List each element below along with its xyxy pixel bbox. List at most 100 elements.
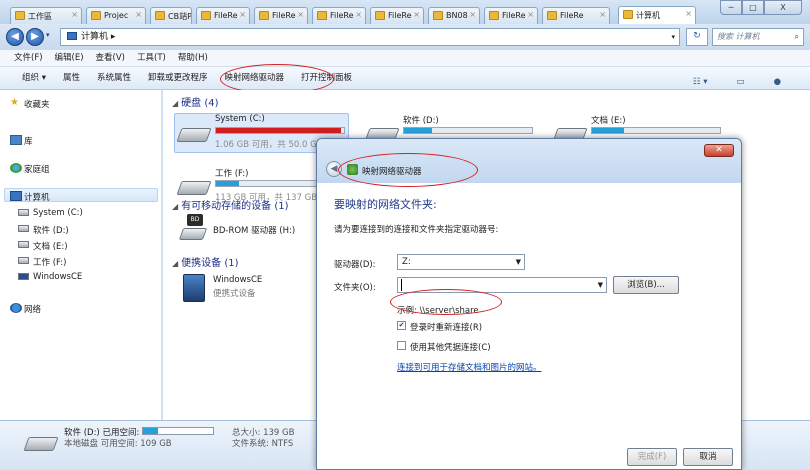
dialog-close-button[interactable]: ✕ [704,144,734,157]
nav-homegroup[interactable]: 家庭组 [24,163,50,175]
portable-name[interactable]: WindowsCE [213,275,262,285]
finish-button[interactable]: 完成(F) [627,448,677,466]
drive-free-space: 1.06 GB 可用，共 50.0 GB [215,140,323,150]
map-network-drive-button[interactable]: 映射网络驱动器 [225,67,285,89]
tab-1[interactable]: 工作區 × [10,7,82,24]
other-credentials-label[interactable]: 使用其他凭据连接(C) [410,341,491,353]
computer-icon [10,191,22,201]
reconnect-label[interactable]: 登录时重新连接(R) [410,321,482,333]
bd-rom-label[interactable]: BD-ROM 驱动器 (H:) [213,224,295,236]
history-dropdown-icon[interactable]: ▾ [46,31,50,39]
open-control-panel-button[interactable]: 打开控制面板 [301,67,352,89]
tab-close-icon[interactable]: × [181,10,188,19]
nav-computer[interactable]: 计算机 [24,191,50,203]
hard-drive-icon [176,181,212,195]
nav-network[interactable]: 网络 [24,303,41,315]
other-credentials-checkbox[interactable] [397,341,406,350]
drive-f-icon [18,257,29,264]
folder-icon [623,10,633,19]
tab-close-icon[interactable]: × [239,10,246,19]
drive-usage-bar [403,127,533,134]
menu-help[interactable]: 帮助(H) [178,50,208,66]
properties-button[interactable]: 属性 [63,67,80,89]
drive-dropdown-icon[interactable]: ▼ [516,256,521,268]
uninstall-button[interactable]: 卸载或更改程序 [148,67,208,89]
address-path: 计算机 ▸ [81,32,116,42]
map-network-drive-dialog: ✕ ◀ 映射网络驱动器 要映射的网络文件夹: 请为要连接到的连接和文件夹指定驱动… [316,138,742,470]
tab-2[interactable]: Projec × [86,7,146,24]
hard-drive-icon [176,128,212,142]
organize-button[interactable]: 组织 ▾ [22,67,46,89]
browse-button[interactable]: 浏览(B)... [613,276,679,294]
address-input[interactable]: 计算机 ▸ ▾ [60,28,680,46]
address-dropdown-icon[interactable]: ▾ [671,31,675,44]
dialog-title: 映射网络驱动器 [362,167,422,177]
status-drive-type: 本地磁盘 可用空间: 109 GB [64,439,172,449]
cancel-button[interactable]: 取消 [683,448,733,466]
tab-close-icon[interactable]: × [355,10,362,19]
menu-tools[interactable]: 工具(T) [137,50,166,66]
tab-close-icon[interactable]: × [685,9,692,18]
tab-3[interactable]: CB站P × [150,7,192,24]
tab-8[interactable]: BN08 × [428,7,480,24]
tab-11[interactable]: 计算机 × [618,6,696,24]
tab-close-icon[interactable]: × [413,10,420,19]
tab-7[interactable]: FileRe × [370,7,424,24]
group-hdd[interactable]: ◢ 硬盘 (4) [172,94,219,109]
nav-computer-item[interactable]: 软件 (D:) [33,224,69,236]
menu-edit[interactable]: 编辑(E) [55,50,84,66]
connect-website-link[interactable]: 连接到可用于存储文档和图片的网站。 [397,361,542,373]
tab-close-icon[interactable]: × [527,10,534,19]
nav-computer-item[interactable]: 工作 (F:) [33,256,66,268]
nav-computer-item[interactable]: System (C:) [33,208,83,218]
homegroup-icon [10,163,22,173]
tab-9[interactable]: FileRe × [484,7,538,24]
folder-dropdown-icon[interactable]: ▼ [598,279,603,291]
dialog-description: 请为要连接到的连接和文件夹指定驱动器号: [334,225,499,235]
tab-close-icon[interactable]: × [599,10,606,19]
tab-6[interactable]: FileRe × [312,7,366,24]
tab-4[interactable]: FileRe × [196,7,250,24]
drive-name: 工作 (F:) [215,169,249,179]
tab-close-icon[interactable]: × [297,10,304,19]
folder-label: 文件夹(O): [334,283,376,293]
close-button[interactable]: X [764,0,802,15]
refresh-button[interactable]: ↻ [686,28,708,46]
minimize-button[interactable]: ─ [720,0,742,15]
folder-input[interactable]: ▼ [397,277,607,293]
forward-arrow-icon[interactable]: ▶ [26,28,44,46]
drive-e-icon [18,241,29,248]
menu-view[interactable]: 查看(V) [96,50,125,66]
reconnect-checkbox[interactable]: ✔ [397,321,406,330]
explorer-window: 工作區 × Projec × CB站P × FileRe × FileRe × FileRe × Fil… [0,0,810,470]
library-icon [10,135,22,145]
back-arrow-icon[interactable]: ◀ [6,28,24,46]
group-portable[interactable]: ◢ 便携设备 (1) [172,254,239,269]
nav-libraries[interactable]: 库 [24,135,33,147]
nav-favorites[interactable]: 收藏夹 [24,98,50,110]
tab-close-icon[interactable]: × [71,10,78,19]
system-properties-button[interactable]: 系统属性 [97,67,131,89]
maximize-button[interactable]: □ [742,0,764,15]
dialog-body: 要映射的网络文件夹: 请为要连接到的连接和文件夹指定驱动器号: 驱动器(D): … [317,183,741,469]
portable-type: 便携式设备 [213,289,256,299]
tab-label: Projec [104,11,129,20]
bd-rom-icon: BD [178,214,208,244]
group-removable[interactable]: ◢ 有可移动存储的设备 (1) [172,197,289,212]
search-icon[interactable]: ⌕ [795,31,799,43]
tab-5[interactable]: FileRe × [254,7,308,24]
folder-icon [317,11,327,20]
drive-letter-select[interactable]: Z: ▼ [397,254,525,270]
star-icon: ★ [10,97,19,108]
drive-c-icon [18,209,29,216]
menu-bar: 文件(F) 编辑(E) 查看(V) 工具(T) 帮助(H) [0,50,810,67]
tab-close-icon[interactable]: × [469,10,476,19]
search-input[interactable]: 搜索 计算机 ⌕ [712,28,804,46]
dialog-back-icon[interactable]: ◀ [326,161,342,177]
folder-icon [547,11,557,20]
nav-computer-item[interactable]: 文档 (E:) [33,240,68,252]
nav-computer-item[interactable]: WindowsCE [33,272,82,282]
menu-file[interactable]: 文件(F) [14,50,43,66]
tab-close-icon[interactable]: × [135,10,142,19]
tab-10[interactable]: FileRe × [542,7,610,24]
